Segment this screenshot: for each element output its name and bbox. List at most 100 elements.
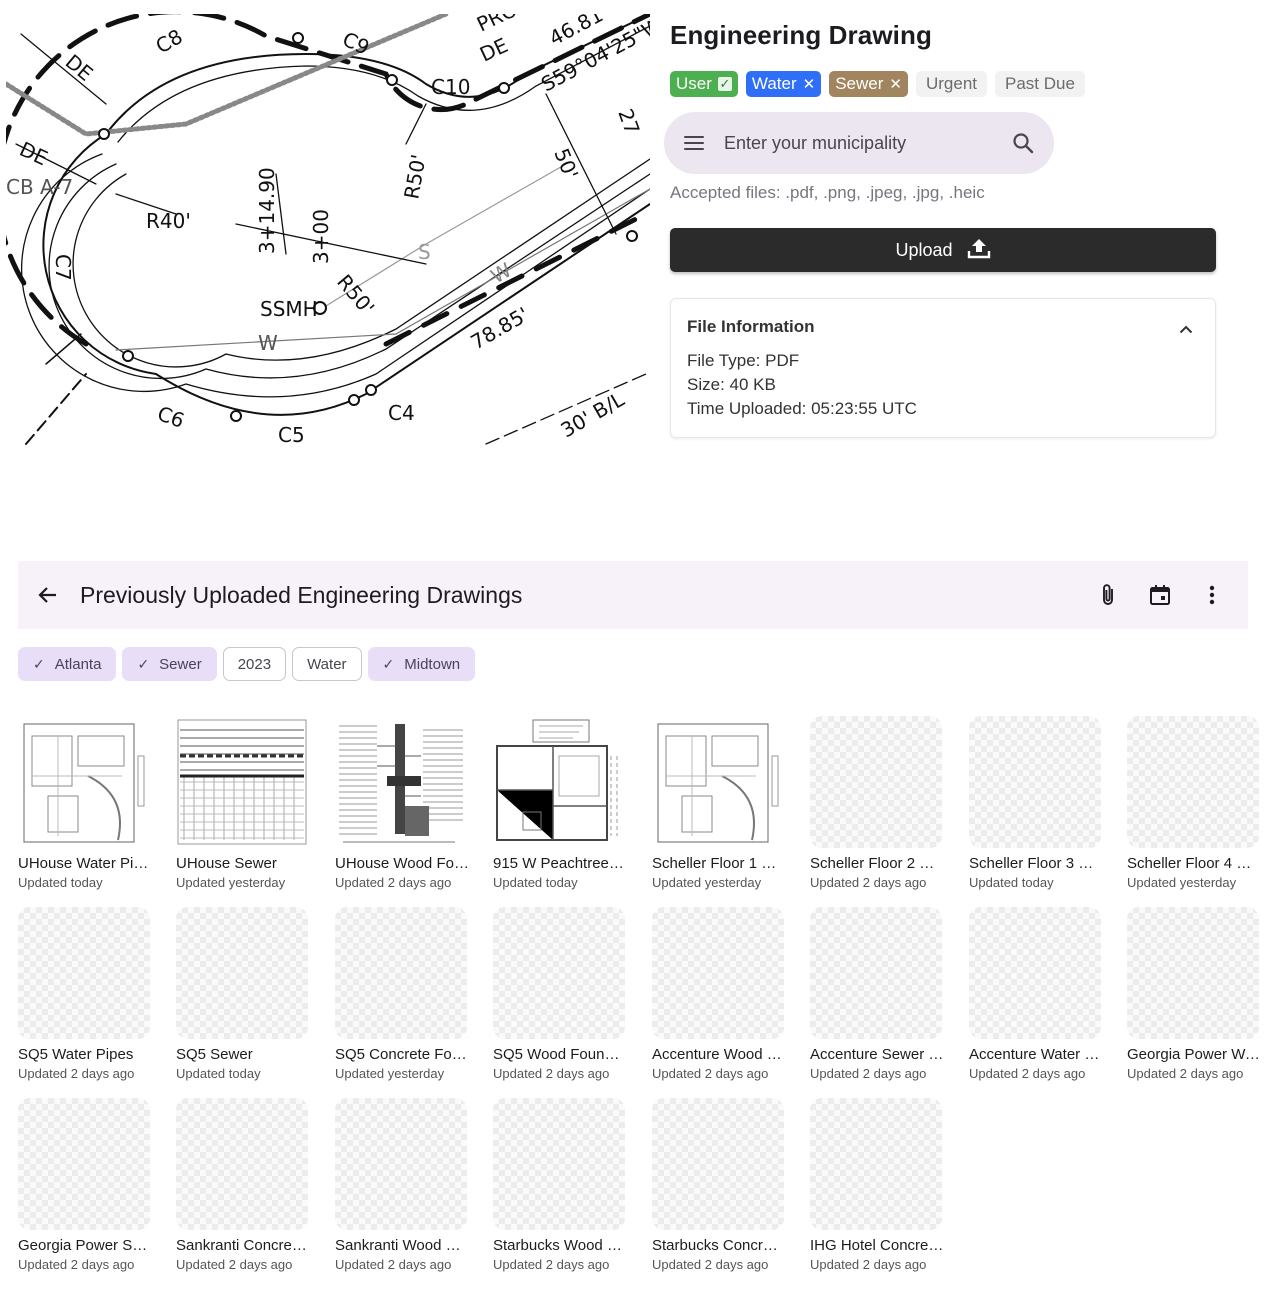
filter-chip-label: Water — [307, 655, 347, 673]
placeholder-thumbnail[interactable] — [1127, 907, 1259, 1039]
file-information-panel: File Information File Type: PDF Size: 40… — [670, 298, 1216, 438]
drawing-label-cb: CB A-7 — [6, 175, 73, 199]
search-icon[interactable] — [1012, 132, 1034, 154]
drawing-card[interactable]: Starbucks Concrete Foundation Updated 2 d… — [652, 1098, 788, 1274]
drawing-card-name: Scheller Floor 4 Concrete — [1127, 855, 1261, 872]
chevron-up-icon[interactable] — [1179, 321, 1193, 334]
drawing-label-w-1: W — [258, 331, 278, 355]
municipality-search-input[interactable]: Enter your municipality — [724, 133, 1012, 154]
drawing-label-pro: PRO — [473, 14, 521, 37]
drawing-card[interactable]: Sankranti Wood Foundation Updated 2 days … — [335, 1098, 471, 1274]
placeholder-thumbnail[interactable] — [652, 1098, 784, 1230]
drawing-card[interactable]: UHouse Water Pipes Updated today — [18, 716, 154, 892]
drawing-thumbnail[interactable] — [493, 716, 625, 848]
drawing-card[interactable]: Scheller Floor 2 Concrete Updated 2 days … — [810, 716, 946, 892]
filter-chip-2023[interactable]: 2023 — [222, 647, 287, 681]
placeholder-thumbnail[interactable] — [18, 907, 150, 1039]
placeholder-thumbnail[interactable] — [493, 1098, 625, 1230]
drawing-card[interactable]: Scheller Floor 4 Concrete Updated yesterd… — [1127, 716, 1263, 892]
drawing-card-name: Accenture Water Pipes — [969, 1046, 1103, 1063]
placeholder-thumbnail[interactable] — [810, 716, 942, 848]
drawing-card[interactable]: IHG Hotel Concrete Foundation Updated 2 d… — [810, 1098, 946, 1274]
menu-icon[interactable] — [684, 136, 704, 150]
drawing-card[interactable]: Georgia Power Water Pipes Updated 2 days … — [1127, 907, 1263, 1083]
calendar-icon[interactable] — [1148, 583, 1172, 607]
filter-chip-water[interactable]: Water — [292, 647, 362, 681]
filter-chip-label: Midtown — [404, 655, 461, 673]
drawing-card[interactable]: UHouse Sewer Updated yesterday — [176, 716, 312, 892]
attachment-icon[interactable] — [1096, 583, 1120, 607]
drawing-card-name: UHouse Wood Foundation — [335, 855, 469, 872]
drawing-card[interactable]: SQ5 Concrete Foundation Updated yesterday — [335, 907, 471, 1083]
drawing-card[interactable]: Starbucks Wood Foundation Updated 2 days … — [493, 1098, 629, 1274]
drawing-card-name: Sankranti Concrete Foundation — [176, 1237, 310, 1254]
drawing-card[interactable]: Scheller Floor 3 Concrete Updated today — [969, 716, 1105, 892]
drawing-label-c8: C8 — [152, 24, 187, 58]
drawing-label-dist-2: 78.85' — [467, 302, 533, 354]
tag-water[interactable]: Water ✕ — [745, 71, 822, 97]
drawing-card-name: Accenture Sewer Pipes — [810, 1046, 944, 1063]
filter-chip-sewer[interactable]: ✓ Sewer — [122, 647, 217, 681]
drawing-card[interactable]: SQ5 Water Pipes Updated 2 days ago — [18, 907, 154, 1083]
drawing-card[interactable]: Scheller Floor 1 Concrete Updated yesterd… — [652, 716, 788, 892]
drawing-card-updated: Updated yesterday — [335, 1066, 445, 1081]
file-upload-time: Time Uploaded: 05:23:55 UTC — [687, 399, 917, 418]
drawing-card[interactable]: UHouse Wood Foundation Updated 2 days ago — [335, 716, 471, 892]
drawing-label-r40: R40' — [146, 209, 191, 233]
drawing-card-updated: Updated 2 days ago — [810, 1066, 927, 1081]
placeholder-thumbnail[interactable] — [335, 907, 467, 1039]
placeholder-thumbnail[interactable] — [969, 907, 1101, 1039]
tag-urgent[interactable]: Urgent — [915, 71, 987, 97]
drawing-label-station-1: 3+14.90 — [255, 167, 279, 254]
filter-chip-atlanta[interactable]: ✓ Atlanta — [18, 647, 117, 681]
drawing-card[interactable]: Accenture Sewer Pipes Updated 2 days ago — [810, 907, 946, 1083]
drawing-label-station-2: 3+00 — [309, 209, 333, 264]
tag-past-due[interactable]: Past Due — [995, 71, 1085, 97]
placeholder-thumbnail[interactable] — [652, 907, 784, 1039]
upload-button[interactable]: Upload — [670, 228, 1216, 272]
placeholder-thumbnail[interactable] — [969, 716, 1101, 848]
drawing-card-name: IHG Hotel Concrete Foundation — [810, 1237, 944, 1254]
placeholder-thumbnail[interactable] — [335, 1098, 467, 1230]
placeholder-thumbnail[interactable] — [493, 907, 625, 1039]
close-icon[interactable]: ✕ — [803, 77, 816, 92]
drawing-card[interactable]: Accenture Wood Foundation Updated 2 days … — [652, 907, 788, 1083]
close-icon[interactable]: ✕ — [889, 77, 902, 92]
drawing-card[interactable]: Sankranti Concrete Foundation Updated 2 d… — [176, 1098, 312, 1274]
drawing-label-de-3: DE — [476, 33, 512, 67]
drawing-thumbnail[interactable] — [176, 716, 308, 848]
drawing-thumbnail[interactable] — [652, 716, 784, 848]
drawing-card[interactable]: SQ5 Wood Foundation Updated 2 days ago — [493, 907, 629, 1083]
drawing-card-updated: Updated 2 days ago — [969, 1066, 1086, 1081]
municipality-search-bar[interactable]: Enter your municipality — [664, 112, 1054, 174]
tag-sewer[interactable]: Sewer ✕ — [829, 71, 908, 97]
tag-user[interactable]: User ✓ — [670, 71, 738, 97]
tag-label: Past Due — [1005, 74, 1075, 93]
more-vert-icon[interactable] — [1200, 583, 1224, 607]
back-arrow-icon[interactable] — [36, 583, 60, 607]
placeholder-thumbnail[interactable] — [176, 1098, 308, 1230]
drawing-card-updated: Updated 2 days ago — [176, 1257, 293, 1272]
drawing-card-updated: Updated 2 days ago — [810, 875, 927, 890]
placeholder-thumbnail[interactable] — [810, 1098, 942, 1230]
drawing-card-name: Georgia Power Water Pipes — [1127, 1046, 1261, 1063]
drawing-label-ssmh: SSMH — [260, 297, 318, 321]
placeholder-thumbnail[interactable] — [810, 907, 942, 1039]
placeholder-thumbnail[interactable] — [1127, 716, 1259, 848]
file-size: Size: 40 KB — [687, 375, 776, 394]
drawing-card[interactable]: Accenture Water Pipes Updated 2 days ago — [969, 907, 1105, 1083]
drawing-card-name: Scheller Floor 2 Concrete — [810, 855, 944, 872]
drawing-card-updated: Updated 2 days ago — [493, 1257, 610, 1272]
placeholder-thumbnail[interactable] — [176, 907, 308, 1039]
drawing-card[interactable]: SQ5 Sewer Updated today — [176, 907, 312, 1083]
drawing-card-name: UHouse Water Pipes — [18, 855, 152, 872]
drawing-label-27: 27 — [613, 106, 644, 138]
drawing-card[interactable]: 915 W Peachtree Kitchen Updated today — [493, 716, 629, 892]
drawing-thumbnail[interactable] — [18, 716, 150, 848]
drawing-thumbnail[interactable] — [335, 716, 467, 848]
filter-chip-midtown[interactable]: ✓ Midtown — [367, 647, 476, 681]
drawing-card[interactable]: Georgia Power Sewer Updated 2 days ago — [18, 1098, 154, 1274]
drawing-card-name: 915 W Peachtree Kitchen — [493, 855, 627, 872]
placeholder-thumbnail[interactable] — [18, 1098, 150, 1230]
drawing-card-updated: Updated today — [18, 875, 103, 890]
